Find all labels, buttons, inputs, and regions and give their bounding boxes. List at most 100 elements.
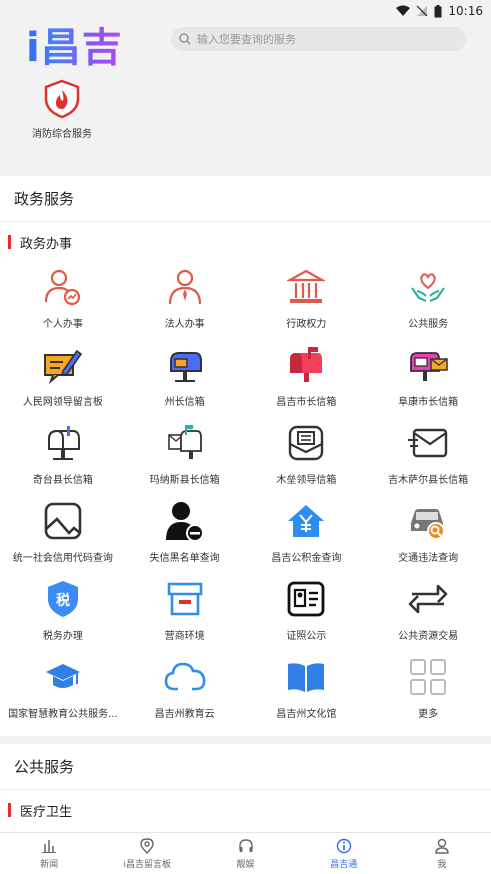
service-item[interactable]: 昌吉公积金查询: [246, 496, 368, 574]
exchange-icon: [407, 578, 449, 620]
service-item[interactable]: 昌吉州教育云: [124, 652, 246, 730]
service-label: 营商环境: [164, 631, 205, 642]
open-book-icon: [285, 656, 327, 698]
section-title-public: 公共服务: [0, 744, 491, 790]
service-label: 昌吉公积金查询: [271, 553, 342, 564]
tab-entertainment[interactable]: 靓娱: [196, 833, 294, 874]
shop-icon: [164, 578, 206, 620]
fire-shield-icon: [42, 79, 82, 119]
tab-label: 昌吉通: [330, 859, 358, 870]
bottom-tab-bar: 新闻 i昌吉留言板 靓娱 昌吉通 我: [0, 832, 491, 874]
image-frame-icon: [42, 500, 84, 542]
svg-text:税: 税: [56, 592, 70, 609]
app-header: i昌吉 输入您要查询的服务 消防综合服务: [0, 22, 491, 170]
more-grid-icon: [407, 656, 449, 698]
tax-shield-icon: 税: [42, 578, 84, 620]
subsection-medical: 医疗卫生: [0, 790, 491, 830]
mailbox-pink-icon: [407, 344, 449, 386]
mailbox-icon: [164, 344, 206, 386]
service-item[interactable]: 奇台县长信箱: [2, 418, 124, 496]
service-item[interactable]: 公共服务: [367, 262, 489, 340]
tab-news[interactable]: 新闻: [0, 833, 98, 874]
fire-service-button[interactable]: 消防综合服务: [26, 79, 98, 140]
mailbox-outline-icon: [42, 422, 84, 464]
person-tie-icon: [164, 266, 206, 308]
tab-me[interactable]: 我: [393, 833, 491, 874]
subsection-gov-affairs: 政务办事: [0, 222, 491, 262]
info-circle-icon: [336, 838, 351, 853]
service-label: 木垒领导信箱: [276, 475, 337, 486]
service-label: 国家智慧教育公共服务...: [8, 709, 118, 720]
service-label: 州长信箱: [164, 397, 205, 408]
service-grid: 个人办事 法人办事 行政权力 公共服务 人民网领导留言板 州长信箱 昌吉市长信箱…: [0, 262, 491, 730]
service-label: 公共服务: [408, 319, 449, 330]
person-icon: [435, 838, 449, 854]
graduation-cap-icon: [42, 656, 84, 698]
message-pen-icon: [42, 344, 84, 386]
service-item[interactable]: 更多: [367, 652, 489, 730]
bar-chart-icon: [42, 839, 57, 853]
service-item[interactable]: 统一社会信用代码查询: [2, 496, 124, 574]
service-label: 阜康市长信箱: [398, 397, 459, 408]
subsection-label: 医疗卫生: [20, 804, 73, 820]
service-label: 个人办事: [42, 319, 83, 330]
search-input[interactable]: 输入您要查询的服务: [171, 27, 466, 51]
car-search-icon: [407, 500, 449, 542]
service-label: 税务办理: [42, 631, 83, 642]
service-label: 奇台县长信箱: [32, 475, 93, 486]
service-label: 公共资源交易: [398, 631, 459, 642]
service-item[interactable]: 玛纳斯县长信箱: [124, 418, 246, 496]
service-item[interactable]: 失信黑名单查询: [124, 496, 246, 574]
subsection-label: 政务办事: [20, 236, 73, 252]
service-item[interactable]: 公共资源交易: [367, 574, 489, 652]
subsection-marker: [8, 803, 11, 817]
service-item[interactable]: 个人办事: [2, 262, 124, 340]
service-item[interactable]: 证照公示: [246, 574, 368, 652]
section-title-gov: 政务服务: [0, 176, 491, 222]
service-item[interactable]: 昌吉州文化馆: [246, 652, 368, 730]
service-item[interactable]: 国家智慧教育公共服务...: [2, 652, 124, 730]
service-label: 人民网领导留言板: [22, 397, 103, 408]
person-chart-icon: [42, 266, 84, 308]
service-item[interactable]: 税 税务办理: [2, 574, 124, 652]
envelope-fast-icon: [407, 422, 449, 464]
search-icon: [179, 33, 191, 45]
wifi-icon: [396, 5, 411, 16]
service-label: 吉木萨尔县长信箱: [388, 475, 469, 486]
tab-message-board[interactable]: i昌吉留言板: [98, 833, 196, 874]
clock: 10:16: [448, 4, 483, 18]
no-signal-icon: [416, 5, 428, 17]
government-building-icon: [285, 266, 327, 308]
id-card-icon: [285, 578, 327, 620]
service-item[interactable]: 法人办事: [124, 262, 246, 340]
service-label: 昌吉州文化馆: [276, 709, 337, 720]
house-yuan-icon: [285, 500, 327, 542]
service-item[interactable]: 木垒领导信箱: [246, 418, 368, 496]
mailbox-red-icon: [285, 344, 327, 386]
app-logo: i昌吉: [26, 25, 123, 71]
cloud-icon: [164, 656, 206, 698]
service-label: 失信黑名单查询: [149, 553, 220, 564]
service-item[interactable]: 昌吉市长信箱: [246, 340, 368, 418]
service-item[interactable]: 行政权力: [246, 262, 368, 340]
service-item[interactable]: 营商环境: [124, 574, 246, 652]
battery-icon: [434, 4, 442, 17]
service-item[interactable]: 州长信箱: [124, 340, 246, 418]
service-label: 更多: [418, 709, 439, 720]
status-bar: 10:16: [0, 0, 491, 22]
divider: [0, 736, 491, 744]
envelope-open-icon: [285, 422, 327, 464]
fire-service-label: 消防综合服务: [32, 129, 92, 140]
service-item[interactable]: 吉木萨尔县长信箱: [367, 418, 489, 496]
tab-changji-tong[interactable]: 昌吉通: [295, 833, 393, 874]
heart-hands-icon: [407, 266, 449, 308]
service-item[interactable]: 交通违法查询: [367, 496, 489, 574]
mailbox-flag-icon: [164, 422, 206, 464]
service-label: 法人办事: [164, 319, 205, 330]
service-label: 证照公示: [286, 631, 327, 642]
tab-label: i昌吉留言板: [123, 859, 172, 870]
service-item[interactable]: 阜康市长信箱: [367, 340, 489, 418]
service-item[interactable]: 人民网领导留言板: [2, 340, 124, 418]
tab-label: 靓娱: [236, 859, 255, 870]
user-minus-icon: [164, 500, 206, 542]
